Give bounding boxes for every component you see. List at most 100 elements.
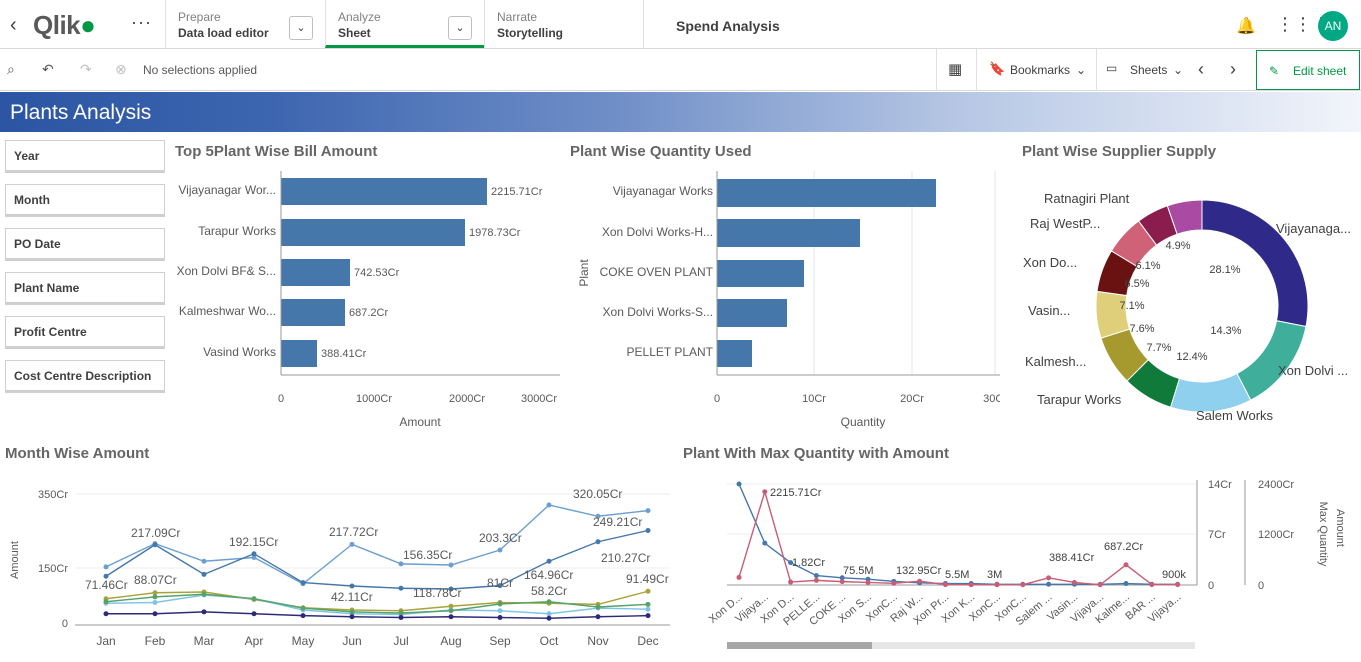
- donut-slice[interactable]: [1095, 290, 1131, 339]
- data-point[interactable]: [398, 610, 404, 616]
- bar[interactable]: [281, 178, 487, 205]
- data-point[interactable]: [1046, 581, 1052, 587]
- data-point[interactable]: [103, 564, 109, 570]
- data-point[interactable]: [645, 601, 651, 607]
- data-point[interactable]: [448, 562, 454, 568]
- filter-cost-centre-description[interactable]: Cost Centre Description: [5, 360, 165, 393]
- bar[interactable]: [717, 260, 804, 287]
- data-point[interactable]: [645, 606, 651, 612]
- data-point[interactable]: [1149, 582, 1155, 588]
- data-point[interactable]: [968, 582, 974, 588]
- data-point[interactable]: [497, 608, 503, 614]
- data-point[interactable]: [1020, 582, 1026, 588]
- filter-year[interactable]: Year: [5, 140, 165, 173]
- data-point[interactable]: [201, 609, 207, 615]
- data-point[interactable]: [349, 609, 355, 615]
- data-point[interactable]: [398, 615, 404, 620]
- data-point[interactable]: [762, 489, 768, 495]
- sheets-button[interactable]: ▭ Sheets ⌄: [1096, 49, 1192, 91]
- data-point[interactable]: [865, 579, 871, 585]
- data-point[interactable]: [839, 579, 845, 585]
- chevron-left-icon[interactable]: ‹: [10, 14, 17, 37]
- prev-sheet-button[interactable]: ‹: [1192, 49, 1218, 91]
- bar[interactable]: [717, 179, 936, 207]
- scrollbar-thumb[interactable]: [727, 642, 872, 649]
- tab-prepare[interactable]: Prepare Data load editor ⌄: [165, 0, 325, 48]
- data-point[interactable]: [152, 594, 158, 600]
- data-point[interactable]: [251, 551, 257, 557]
- bar[interactable]: [281, 340, 317, 367]
- data-point[interactable]: [546, 611, 552, 617]
- data-point[interactable]: [595, 604, 601, 610]
- data-point[interactable]: [152, 600, 158, 605]
- data-point[interactable]: [546, 599, 552, 605]
- data-point[interactable]: [1123, 562, 1129, 568]
- data-point[interactable]: [645, 588, 651, 594]
- month-line-chart[interactable]: 350Cr 150Cr 0 Amount 71.46Cr 217.09Cr 88…: [0, 470, 680, 655]
- month-series[interactable]: [103, 502, 651, 621]
- data-point[interactable]: [546, 615, 552, 621]
- data-point[interactable]: [251, 596, 257, 602]
- data-point[interactable]: [152, 542, 158, 548]
- data-point[interactable]: [645, 528, 651, 533]
- filter-month[interactable]: Month: [5, 184, 165, 217]
- data-point[interactable]: [497, 615, 503, 620]
- data-point[interactable]: [103, 611, 109, 617]
- data-point[interactable]: [349, 541, 355, 547]
- data-point[interactable]: [645, 613, 651, 619]
- data-point[interactable]: [1175, 582, 1181, 588]
- data-point[interactable]: [201, 571, 207, 577]
- chevron-down-icon[interactable]: ⌄: [289, 16, 313, 40]
- next-sheet-button[interactable]: ›: [1222, 49, 1252, 91]
- data-point[interactable]: [994, 582, 1000, 588]
- quantity-bar-chart[interactable]: Vijayanagar Works Xon Dolvi Works-H... C…: [570, 165, 1000, 435]
- data-point[interactable]: [497, 601, 503, 607]
- data-point[interactable]: [497, 547, 503, 553]
- data-point[interactable]: [201, 558, 207, 564]
- data-point[interactable]: [891, 580, 897, 586]
- bar[interactable]: [717, 299, 787, 327]
- clear-selections-icon[interactable]: ⊗: [115, 61, 127, 78]
- bar[interactable]: [281, 299, 345, 326]
- bar[interactable]: [717, 340, 752, 367]
- data-point[interactable]: [942, 582, 948, 588]
- bar[interactable]: [717, 219, 860, 247]
- step-back-icon[interactable]: ↶: [42, 61, 54, 78]
- data-point[interactable]: [736, 481, 742, 487]
- data-point[interactable]: [546, 502, 552, 508]
- data-point[interactable]: [762, 540, 768, 546]
- data-point[interactable]: [300, 605, 306, 611]
- data-point[interactable]: [300, 613, 306, 619]
- data-point[interactable]: [398, 585, 404, 591]
- data-point[interactable]: [152, 611, 158, 617]
- edit-sheet-button[interactable]: ✎ Edit sheet: [1256, 50, 1360, 90]
- filter-po-date[interactable]: PO Date: [5, 228, 165, 261]
- chevron-down-icon[interactable]: ⌄: [448, 16, 472, 40]
- data-point[interactable]: [1071, 579, 1077, 585]
- data-point[interactable]: [349, 614, 355, 620]
- data-point[interactable]: [813, 573, 819, 579]
- filter-plant-name[interactable]: Plant Name: [5, 272, 165, 305]
- data-point[interactable]: [813, 577, 819, 583]
- data-point[interactable]: [595, 614, 601, 620]
- tab-narrate[interactable]: Narrate Storytelling: [484, 0, 644, 48]
- data-point[interactable]: [1097, 582, 1103, 588]
- data-point[interactable]: [1046, 575, 1052, 581]
- data-point[interactable]: [917, 578, 923, 584]
- filter-profit-centre[interactable]: Profit Centre: [5, 316, 165, 349]
- data-point[interactable]: [251, 611, 257, 617]
- tab-analyze[interactable]: Analyze Sheet ⌄: [325, 0, 484, 48]
- grid-view-button[interactable]: ▦: [936, 49, 976, 91]
- data-point[interactable]: [546, 558, 552, 564]
- top5-bar-chart[interactable]: Vijayanagar Wor... Tarapur Works Xon Dol…: [170, 165, 570, 435]
- more-icon[interactable]: ···: [131, 12, 152, 33]
- bookmarks-button[interactable]: 🔖 Bookmarks ⌄: [976, 49, 1096, 91]
- smart-search-icon[interactable]: ⌕: [7, 61, 15, 78]
- data-point[interactable]: [645, 508, 651, 514]
- data-point[interactable]: [103, 599, 109, 605]
- qlik-logo[interactable]: Qlik●: [33, 10, 96, 41]
- bar[interactable]: [281, 259, 350, 286]
- data-point[interactable]: [736, 574, 742, 580]
- data-point[interactable]: [448, 614, 454, 620]
- supplier-donut-chart[interactable]: 28.1% 14.3% 12.4% 7.7% 7.6% 7.1% 6.5% 6.…: [1016, 180, 1361, 430]
